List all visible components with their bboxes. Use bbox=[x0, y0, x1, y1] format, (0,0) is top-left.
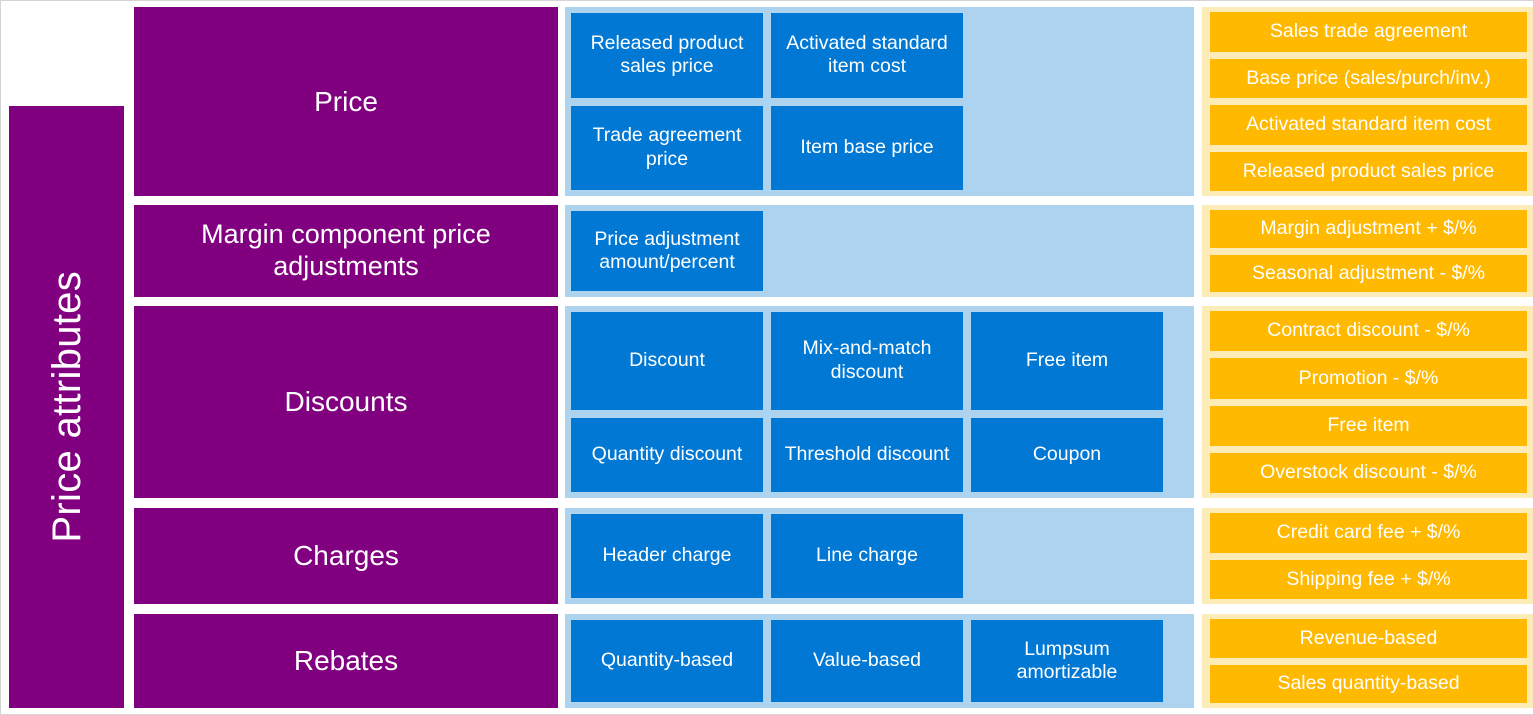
row-rebates: Rebates Quantity-based Value-based Lumps… bbox=[134, 614, 1533, 708]
blue-card-placeholder bbox=[971, 211, 1163, 291]
gold-card-credit-card-fee[interactable]: Credit card fee + $/% bbox=[1210, 513, 1527, 553]
gold-card-revenue-based[interactable]: Revenue-based bbox=[1210, 619, 1527, 658]
blue-row: Header charge Line charge bbox=[571, 514, 1194, 598]
blue-card-free-item[interactable]: Free item bbox=[971, 312, 1163, 410]
blue-card-price-adjustment-amount-percent[interactable]: Price adjustment amount/percent bbox=[571, 211, 763, 291]
gold-card-released-product-sales-price[interactable]: Released product sales price bbox=[1210, 151, 1527, 191]
blue-card-header-charge[interactable]: Header charge bbox=[571, 514, 763, 598]
blue-card-trade-agreement-price[interactable]: Trade agreement price bbox=[571, 105, 763, 190]
gold-card-contract-discount[interactable]: Contract discount - $/% bbox=[1210, 311, 1527, 352]
gold-card-seasonal-adjustment[interactable]: Seasonal adjustment - $/% bbox=[1210, 254, 1527, 292]
gold-card-promotion[interactable]: Promotion - $/% bbox=[1210, 358, 1527, 399]
blue-card-coupon[interactable]: Coupon bbox=[971, 417, 1163, 493]
blue-row: Trade agreement price Item base price bbox=[571, 105, 1194, 191]
blue-card-placeholder bbox=[971, 13, 1163, 98]
blue-panel-discounts: Discount Mix-and-match discount Free ite… bbox=[565, 306, 1194, 498]
blue-card-quantity-based[interactable]: Quantity-based bbox=[571, 620, 763, 702]
blue-card-mix-and-match-discount[interactable]: Mix-and-match discount bbox=[771, 312, 963, 410]
blue-panel-margin: Price adjustment amount/percent bbox=[565, 205, 1194, 297]
row-margin-component-price-adjustments: Margin component price adjustments Price… bbox=[134, 205, 1533, 297]
blue-card-threshold-discount[interactable]: Threshold discount bbox=[771, 417, 963, 493]
row-price: Price Released product sales price Activ… bbox=[134, 7, 1533, 196]
gold-panel-margin: Margin adjustment + $/% Seasonal adjustm… bbox=[1202, 205, 1533, 297]
gold-card-sales-trade-agreement[interactable]: Sales trade agreement bbox=[1210, 12, 1527, 52]
gold-card-base-price[interactable]: Base price (sales/purch/inv.) bbox=[1210, 58, 1527, 98]
gold-card-overstock-discount[interactable]: Overstock discount - $/% bbox=[1210, 452, 1527, 493]
gold-card-activated-standard-item-cost[interactable]: Activated standard item cost bbox=[1210, 105, 1527, 145]
diagram-title-bar: Price attributes bbox=[9, 106, 124, 708]
price-attributes-diagram: Price attributes Price Released product … bbox=[0, 0, 1534, 715]
blue-card-discount[interactable]: Discount bbox=[571, 312, 763, 410]
blue-card-line-charge[interactable]: Line charge bbox=[771, 514, 963, 598]
blue-card-value-based[interactable]: Value-based bbox=[771, 620, 963, 702]
blue-card-placeholder bbox=[971, 106, 1163, 191]
row-charges: Charges Header charge Line charge Credit… bbox=[134, 508, 1533, 604]
diagram-title: Price attributes bbox=[44, 271, 89, 543]
category-price: Price bbox=[134, 7, 558, 196]
blue-card-placeholder bbox=[971, 514, 1163, 598]
blue-card-activated-standard-item-cost[interactable]: Activated standard item cost bbox=[771, 13, 963, 98]
row-discounts: Discounts Discount Mix-and-match discoun… bbox=[134, 306, 1533, 498]
gold-card-margin-adjustment[interactable]: Margin adjustment + $/% bbox=[1210, 210, 1527, 248]
gold-panel-rebates: Revenue-based Sales quantity-based bbox=[1202, 614, 1533, 708]
blue-card-placeholder bbox=[771, 211, 963, 291]
blue-card-item-base-price[interactable]: Item base price bbox=[771, 105, 963, 190]
blue-panel-price: Released product sales price Activated s… bbox=[565, 7, 1194, 196]
blue-card-released-product-sales-price[interactable]: Released product sales price bbox=[571, 13, 763, 98]
gold-card-free-item[interactable]: Free item bbox=[1210, 405, 1527, 446]
gold-panel-discounts: Contract discount - $/% Promotion - $/% … bbox=[1202, 306, 1533, 498]
category-charges: Charges bbox=[134, 508, 558, 604]
blue-panel-rebates: Quantity-based Value-based Lumpsum amort… bbox=[565, 614, 1194, 708]
category-discounts: Discounts bbox=[134, 306, 558, 498]
blue-row: Quantity discount Threshold discount Cou… bbox=[571, 417, 1194, 493]
gold-card-sales-quantity-based[interactable]: Sales quantity-based bbox=[1210, 664, 1527, 703]
blue-row: Released product sales price Activated s… bbox=[571, 13, 1194, 98]
gold-panel-charges: Credit card fee + $/% Shipping fee + $/% bbox=[1202, 508, 1533, 604]
blue-card-lumpsum-amortizable[interactable]: Lumpsum amortizable bbox=[971, 620, 1163, 702]
blue-row: Discount Mix-and-match discount Free ite… bbox=[571, 312, 1194, 410]
gold-panel-price: Sales trade agreement Base price (sales/… bbox=[1202, 7, 1533, 196]
category-rebates: Rebates bbox=[134, 614, 558, 708]
blue-row: Quantity-based Value-based Lumpsum amort… bbox=[571, 620, 1194, 702]
blue-card-quantity-discount[interactable]: Quantity discount bbox=[571, 417, 763, 493]
category-margin-component-price-adjustments: Margin component price adjustments bbox=[134, 205, 558, 297]
blue-row: Price adjustment amount/percent bbox=[571, 211, 1194, 291]
blue-panel-charges: Header charge Line charge bbox=[565, 508, 1194, 604]
gold-card-shipping-fee[interactable]: Shipping fee + $/% bbox=[1210, 559, 1527, 599]
